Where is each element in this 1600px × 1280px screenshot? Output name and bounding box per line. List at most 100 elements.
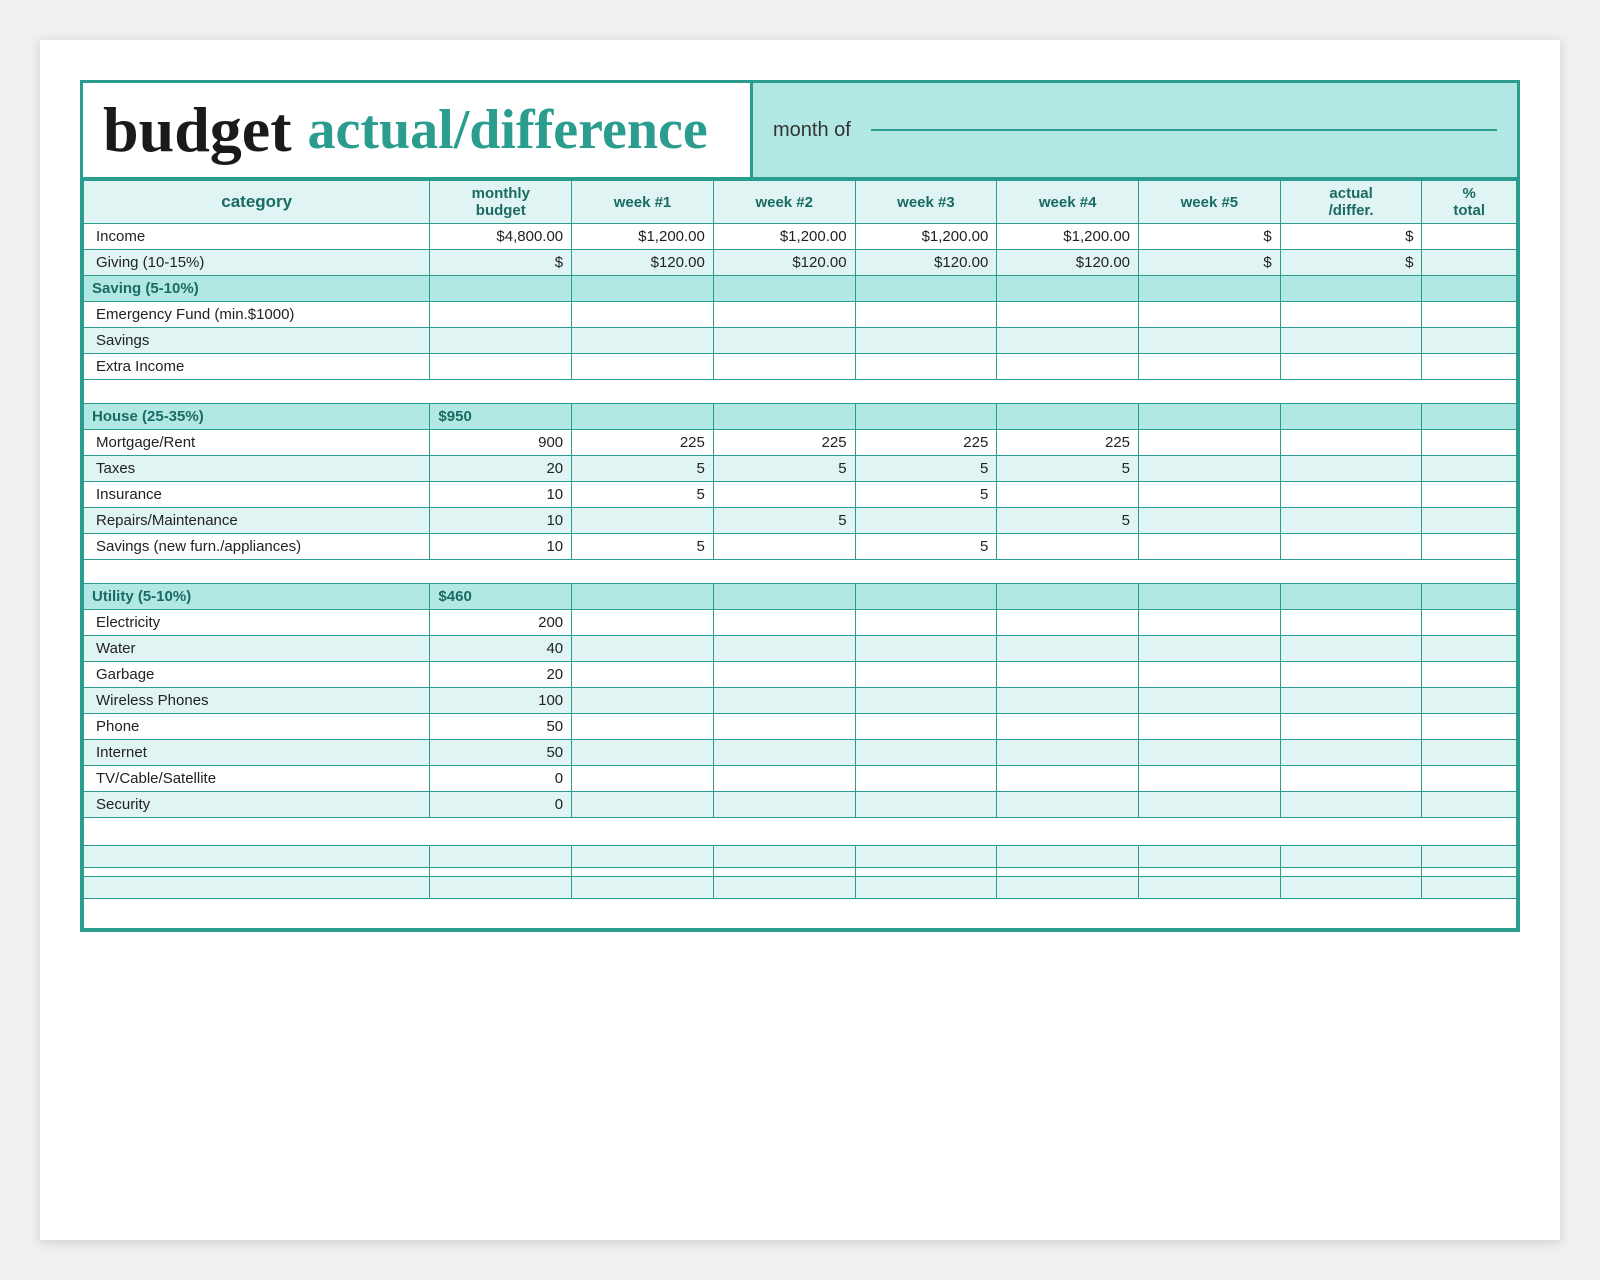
- cell-repairs-w1: [572, 508, 714, 534]
- row-taxes: Taxes 20 5 5 5 5: [84, 456, 1517, 482]
- cell-ei-w2: [713, 354, 855, 380]
- cell-saving-w2: [713, 276, 855, 302]
- cell-giving-pct: [1422, 250, 1517, 276]
- title-budget: budget: [103, 93, 292, 167]
- cell-tv-budget: 0: [430, 766, 572, 792]
- cell-giving-w3: $120.00: [855, 250, 997, 276]
- cell-savings-actual: [1280, 328, 1422, 354]
- cell-security-w3: [855, 792, 997, 818]
- spacer-row-1: [84, 380, 1517, 404]
- cell-sf-w1: 5: [572, 534, 714, 560]
- cell-taxes-cat: Taxes: [84, 456, 430, 482]
- extra-row-3: [84, 877, 1517, 899]
- cell-garbage-cat: Garbage: [84, 662, 430, 688]
- cell-house-w5: [1139, 404, 1281, 430]
- cell-mortgage-actual: [1280, 430, 1422, 456]
- cell-utility-pct: [1422, 584, 1517, 610]
- cell-utility-label: Utility (5-10%): [84, 584, 430, 610]
- cell-garbage-w4: [997, 662, 1139, 688]
- cell-wireless-budget: 100: [430, 688, 572, 714]
- cell-ei-pct: [1422, 354, 1517, 380]
- cell-extra1-actual: [1280, 846, 1422, 868]
- cell-elec-w1: [572, 610, 714, 636]
- budget-table: category monthlybudget week #1 week #2 w…: [83, 180, 1517, 929]
- cell-insurance-cat: Insurance: [84, 482, 430, 508]
- cell-taxes-w3: 5: [855, 456, 997, 482]
- cell-extra3-cat: [84, 877, 430, 899]
- cell-house-w2: [713, 404, 855, 430]
- cell-garbage-pct: [1422, 662, 1517, 688]
- cell-security-w1: [572, 792, 714, 818]
- cell-extra2-budget: [430, 868, 572, 877]
- row-water: Water 40: [84, 636, 1517, 662]
- cell-garbage-w5: [1139, 662, 1281, 688]
- cell-garbage-w3: [855, 662, 997, 688]
- cell-utility-budget: $460: [430, 584, 572, 610]
- extra-row-1: [84, 846, 1517, 868]
- cell-saving-w3: [855, 276, 997, 302]
- row-savings: Savings: [84, 328, 1517, 354]
- cell-security-w2: [713, 792, 855, 818]
- cell-insurance-w4: [997, 482, 1139, 508]
- cell-internet-pct: [1422, 740, 1517, 766]
- cell-income-cat: Income: [84, 224, 430, 250]
- cell-wireless-cat: Wireless Phones: [84, 688, 430, 714]
- cell-garbage-actual: [1280, 662, 1422, 688]
- cell-taxes-pct: [1422, 456, 1517, 482]
- cell-mortgage-cat: Mortgage/Rent: [84, 430, 430, 456]
- cell-utility-w3: [855, 584, 997, 610]
- cell-income-w2: $1,200.00: [713, 224, 855, 250]
- cell-insurance-w2: [713, 482, 855, 508]
- cell-extra1-w4: [997, 846, 1139, 868]
- cell-internet-w3: [855, 740, 997, 766]
- cell-repairs-budget: 10: [430, 508, 572, 534]
- row-garbage: Garbage 20: [84, 662, 1517, 688]
- cell-extra2-w2: [713, 868, 855, 877]
- cell-taxes-w4: 5: [997, 456, 1139, 482]
- row-income: Income $4,800.00 $1,200.00 $1,200.00 $1,…: [84, 224, 1517, 250]
- cell-repairs-w2: 5: [713, 508, 855, 534]
- cell-savings-w5: [1139, 328, 1281, 354]
- col-week1: week #1: [572, 181, 714, 224]
- cell-saving-pct: [1422, 276, 1517, 302]
- row-security: Security 0: [84, 792, 1517, 818]
- cell-extra2-w1: [572, 868, 714, 877]
- cell-taxes-w5: [1139, 456, 1281, 482]
- cell-extra2-pct: [1422, 868, 1517, 877]
- cell-sf-w5: [1139, 534, 1281, 560]
- cell-saving-budget: [430, 276, 572, 302]
- row-tv: TV/Cable/Satellite 0: [84, 766, 1517, 792]
- cell-insurance-w3: 5: [855, 482, 997, 508]
- row-extra-income: Extra Income: [84, 354, 1517, 380]
- cell-ef-cat: Emergency Fund (min.$1000): [84, 302, 430, 328]
- col-week5: week #5: [1139, 181, 1281, 224]
- cell-elec-w2: [713, 610, 855, 636]
- row-savings-furn: Savings (new furn./appliances) 10 5 5: [84, 534, 1517, 560]
- cell-income-w5: $: [1139, 224, 1281, 250]
- cell-water-budget: 40: [430, 636, 572, 662]
- cell-extra1-w2: [713, 846, 855, 868]
- spacer-bottom: [84, 899, 1517, 929]
- cell-extra2-actual: [1280, 868, 1422, 877]
- cell-house-actual: [1280, 404, 1422, 430]
- cell-elec-pct: [1422, 610, 1517, 636]
- cell-repairs-cat: Repairs/Maintenance: [84, 508, 430, 534]
- section-utility: Utility (5-10%) $460: [84, 584, 1517, 610]
- cell-extra1-w1: [572, 846, 714, 868]
- cell-house-label: House (25-35%): [84, 404, 430, 430]
- cell-internet-w5: [1139, 740, 1281, 766]
- month-line: [871, 129, 1497, 131]
- cell-house-w3: [855, 404, 997, 430]
- cell-mortgage-pct: [1422, 430, 1517, 456]
- cell-ef-w5: [1139, 302, 1281, 328]
- cell-extra2-w4: [997, 868, 1139, 877]
- title-actual: actual/difference: [308, 98, 708, 162]
- cell-ei-actual: [1280, 354, 1422, 380]
- cell-savings-w1: [572, 328, 714, 354]
- cell-utility-actual: [1280, 584, 1422, 610]
- cell-garbage-budget: 20: [430, 662, 572, 688]
- row-internet: Internet 50: [84, 740, 1517, 766]
- cell-sf-w4: [997, 534, 1139, 560]
- row-mortgage: Mortgage/Rent 900 225 225 225 225: [84, 430, 1517, 456]
- cell-extra3-budget: [430, 877, 572, 899]
